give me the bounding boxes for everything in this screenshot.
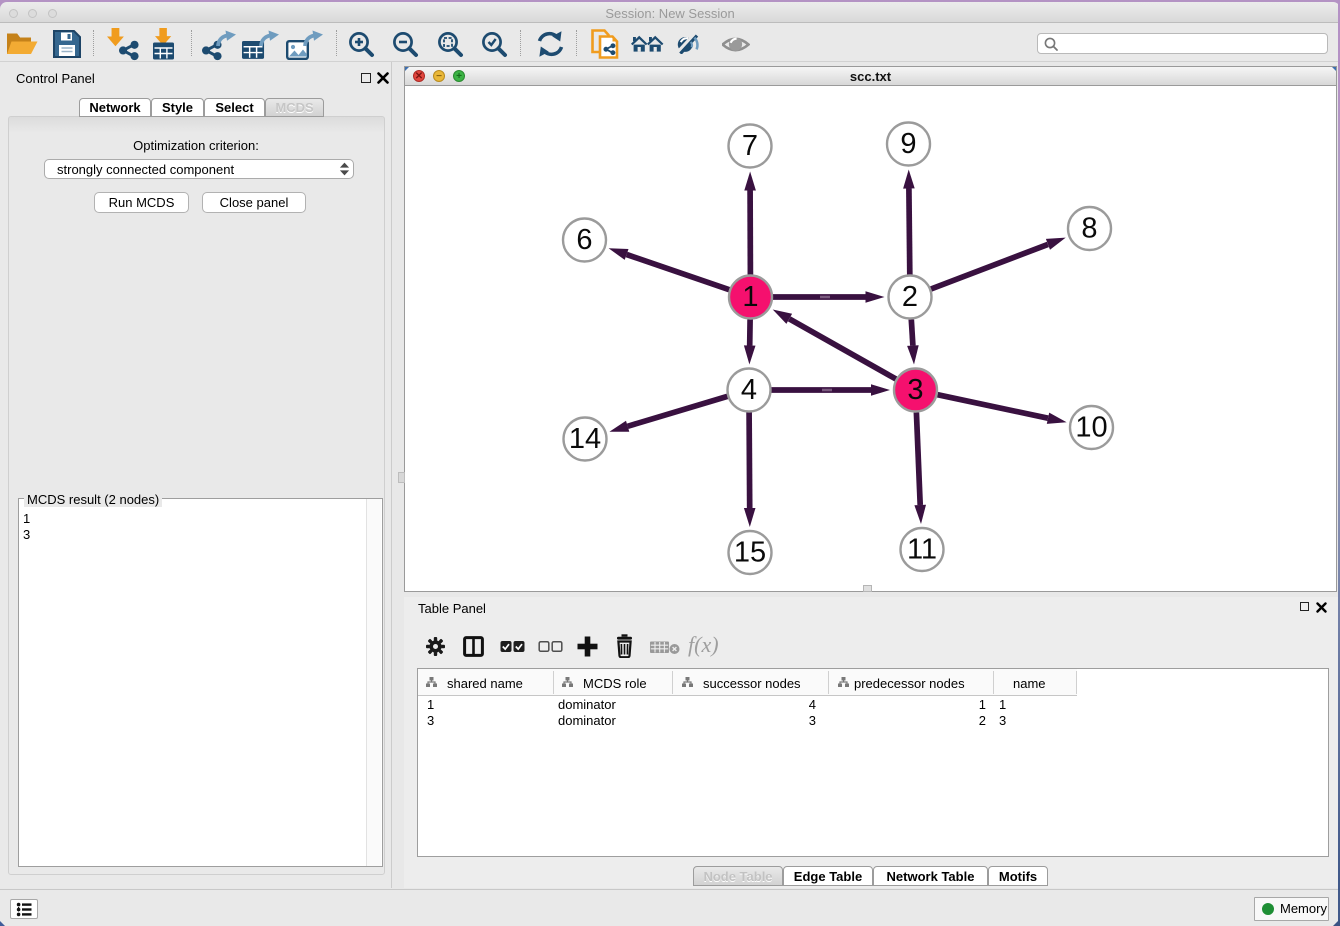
svg-text:15: 15 bbox=[734, 537, 766, 569]
svg-text:7: 7 bbox=[742, 130, 758, 162]
svg-text:10: 10 bbox=[1075, 412, 1107, 444]
svg-text:11: 11 bbox=[907, 534, 937, 566]
svg-text:2: 2 bbox=[902, 281, 918, 313]
svg-text:14: 14 bbox=[569, 423, 601, 455]
svg-text:8: 8 bbox=[1081, 213, 1097, 245]
svg-text:6: 6 bbox=[576, 224, 592, 256]
svg-text:1: 1 bbox=[742, 281, 758, 313]
svg-text:9: 9 bbox=[900, 128, 916, 160]
svg-text:4: 4 bbox=[741, 374, 757, 406]
svg-text:3: 3 bbox=[907, 374, 923, 406]
